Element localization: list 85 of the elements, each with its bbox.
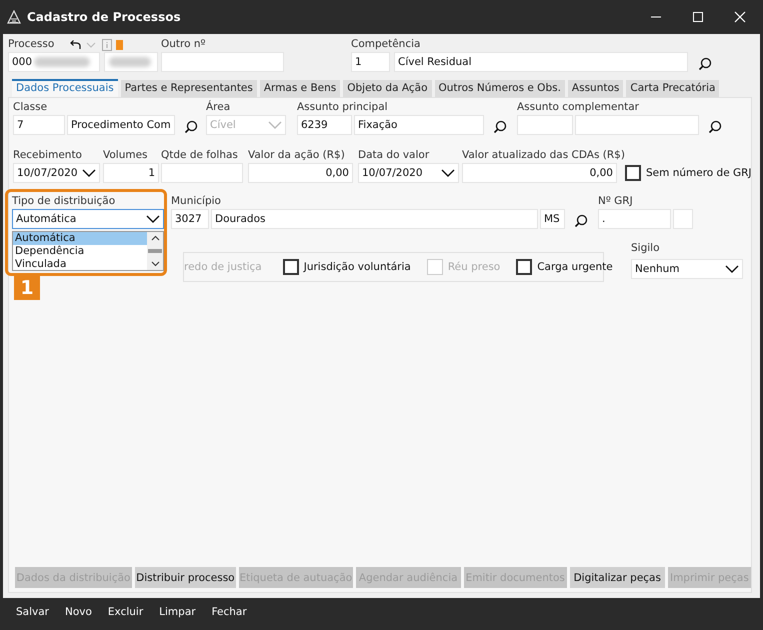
input-field[interactable]: 7 bbox=[13, 115, 65, 135]
input-field[interactable]: MS bbox=[540, 209, 565, 229]
field-label: Tipo de distribuição bbox=[12, 194, 116, 209]
competence-code-field[interactable]: 1 bbox=[351, 52, 390, 72]
tab[interactable]: Assuntos bbox=[568, 80, 624, 97]
field-label: Recebimento bbox=[13, 148, 83, 163]
input-field[interactable]: 0,00 bbox=[462, 163, 617, 183]
dropdown[interactable]: 10/07/2020 bbox=[358, 163, 459, 183]
scroll-thumb[interactable] bbox=[148, 249, 162, 253]
input-field[interactable] bbox=[673, 209, 693, 229]
chevron-down-icon bbox=[268, 121, 282, 129]
input-field[interactable]: Fixação bbox=[354, 115, 484, 135]
tab[interactable]: Partes e Representantes bbox=[120, 80, 257, 97]
footer-button[interactable]: Novo bbox=[60, 606, 97, 618]
input-field[interactable]: 0,00 bbox=[248, 163, 353, 183]
field-label: Qtde de folhas bbox=[161, 148, 239, 163]
field-label: Classe bbox=[13, 100, 48, 115]
tab[interactable]: Armas e Bens bbox=[260, 80, 340, 97]
window-title: Cadastro de Processos bbox=[27, 10, 181, 24]
tab[interactable]: Carta Precatória bbox=[626, 80, 720, 97]
field-label: Nº GRJ bbox=[598, 194, 634, 209]
dropdown-option[interactable]: Automática bbox=[13, 232, 147, 245]
field-label: Volumes bbox=[103, 148, 149, 163]
search-icon[interactable] bbox=[574, 214, 588, 228]
field-label: Data do valor bbox=[358, 148, 430, 163]
input-field[interactable]: 1 bbox=[103, 163, 159, 183]
input-field[interactable] bbox=[517, 115, 573, 135]
input-field[interactable]: Dourados bbox=[211, 209, 538, 229]
field-label: Sigilo bbox=[631, 241, 661, 256]
field-label: Município bbox=[171, 194, 222, 209]
input-field[interactable]: 3027 bbox=[171, 209, 209, 229]
input-field[interactable] bbox=[161, 163, 243, 183]
field-label: Área bbox=[206, 100, 232, 115]
action-button[interactable]: Distribuir processo bbox=[134, 567, 236, 588]
status-icon bbox=[116, 40, 124, 50]
input-field[interactable] bbox=[575, 115, 699, 135]
field-label: Valor da ação (R$) bbox=[248, 148, 346, 163]
competence-field[interactable]: Cível Residual bbox=[394, 52, 688, 72]
undo-icon[interactable] bbox=[68, 38, 82, 50]
dropdown-option[interactable]: Dependência bbox=[13, 245, 147, 258]
field-label: Assunto principal bbox=[297, 100, 389, 115]
tab[interactable]: Outros Números e Obs. bbox=[434, 80, 565, 97]
tab[interactable]: Objeto da Ação bbox=[343, 80, 432, 97]
checkbox[interactable]: Carga urgente bbox=[516, 259, 613, 275]
close-icon[interactable] bbox=[734, 11, 746, 23]
input-field[interactable]: Procedimento Com bbox=[67, 115, 175, 135]
field-label: Competência bbox=[351, 37, 420, 52]
input-field[interactable]: 6239 bbox=[297, 115, 352, 135]
logo-icon bbox=[7, 10, 21, 24]
footer-button[interactable]: Fechar bbox=[206, 606, 252, 618]
checkbox-label: redo de justiça bbox=[184, 261, 262, 273]
redaction-blur bbox=[108, 55, 154, 69]
search-icon[interactable] bbox=[708, 120, 722, 134]
other-number-field[interactable] bbox=[161, 52, 284, 72]
scrollbar[interactable] bbox=[147, 232, 163, 270]
checkbox[interactable]: Sem número de GRJ bbox=[625, 163, 755, 183]
field-label: Valor atualizado das CDAs (R$) bbox=[462, 148, 625, 163]
tab[interactable]: Dados Processuais bbox=[12, 79, 118, 97]
process-number-field[interactable]: 000 bbox=[8, 52, 100, 72]
step-badge: 1 bbox=[14, 276, 40, 300]
footer-button[interactable]: Salvar bbox=[11, 606, 54, 618]
footer-button[interactable]: Limpar bbox=[154, 606, 201, 618]
search-icon[interactable] bbox=[184, 120, 198, 134]
dropdown[interactable]: 10/07/2020 bbox=[13, 163, 100, 183]
checkbox[interactable]: Jurisdição voluntária bbox=[282, 259, 411, 275]
redaction-blur bbox=[32, 55, 92, 69]
dropdown[interactable]: Nenhum bbox=[631, 259, 743, 279]
chevron-down-icon bbox=[146, 215, 160, 223]
chevron-up-icon[interactable] bbox=[150, 235, 160, 241]
action-button[interactable]: Digitalizar peças bbox=[570, 567, 665, 588]
search-icon[interactable] bbox=[698, 57, 712, 71]
chevron-down-icon bbox=[82, 169, 96, 177]
chevron-down-icon[interactable] bbox=[150, 261, 160, 267]
footer-button[interactable]: Excluir bbox=[102, 606, 148, 618]
chevron-down-icon bbox=[725, 265, 739, 273]
search-icon[interactable] bbox=[493, 120, 507, 134]
maximize-icon[interactable] bbox=[692, 11, 704, 23]
field-label: Outro nº bbox=[161, 37, 206, 52]
input-field[interactable]: . bbox=[598, 209, 671, 229]
field-label: Processo bbox=[8, 37, 54, 52]
process-number-field[interactable] bbox=[104, 52, 158, 72]
chevron-down-icon bbox=[441, 169, 455, 177]
dropdown-option[interactable]: Vinculada bbox=[13, 258, 147, 271]
dropdown[interactable]: Automática bbox=[12, 209, 164, 229]
field-label: Assunto complementar bbox=[517, 100, 640, 115]
